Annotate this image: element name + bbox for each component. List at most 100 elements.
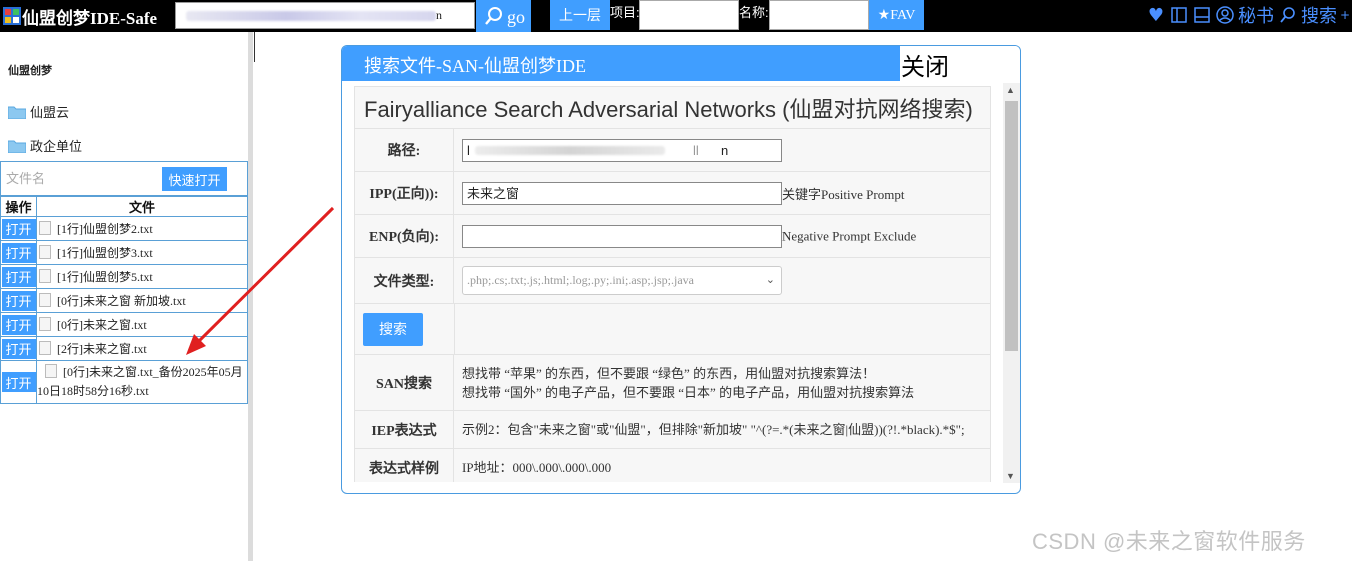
scrollbar-thumb[interactable]: [1005, 101, 1018, 351]
path-field-end: n: [721, 142, 729, 158]
redacted-path: [475, 145, 665, 155]
iep-label: IEP表达式: [354, 410, 454, 449]
open-button[interactable]: 打开: [1, 290, 36, 311]
secretary-link[interactable]: 秘书: [1238, 2, 1274, 28]
top-right-toolbar: ♥ 秘书 搜索 +: [1146, 2, 1352, 28]
path-field-mid: ll: [693, 142, 699, 158]
file-icon: [39, 317, 51, 331]
file-icon: [39, 245, 51, 259]
iep-description: 示例2：包含"未来之窗"或"仙盟"，但排除"新加坡" "^(?=.*(未来之窗|…: [453, 410, 991, 449]
file-icon: [39, 341, 51, 355]
san-label: SAN搜索: [354, 354, 454, 411]
enp-hint: Negative Prompt Exclude: [782, 228, 917, 243]
table-row: 打开 [0行]未来之窗 新加坡.txt: [0, 288, 248, 313]
ipp-hint: 关键字Positive Prompt: [782, 186, 905, 202]
open-button[interactable]: 打开: [1, 372, 36, 392]
file-name[interactable]: [0行]未来之窗 新加坡.txt: [57, 294, 186, 308]
table-row: 打开 [1行]仙盟创梦2.txt: [0, 216, 248, 241]
filetype-value: .php;.cs;.txt;.js;.html;.log;.py;.ini;.a…: [467, 273, 694, 287]
filetype-label: 文件类型:: [354, 257, 454, 304]
dialog-scrollbar[interactable]: ▲ ▼: [1003, 83, 1020, 483]
path-field[interactable]: l ll n: [462, 138, 782, 162]
folder-label: 仙盟云: [30, 105, 70, 120]
app-logo-icon: [3, 7, 21, 25]
column-header-operation: 操作: [0, 196, 37, 217]
table-row: 打开 [1行]仙盟创梦3.txt: [0, 240, 248, 265]
san-description-2: 想找带 “国外” 的电子产品，但不要跟 “日本” 的电子产品，用仙盟对抗搜索算法: [462, 384, 915, 400]
project-input[interactable]: [639, 0, 739, 30]
open-button[interactable]: 打开: [1, 314, 36, 335]
open-button[interactable]: 打开: [1, 242, 36, 263]
up-level-button[interactable]: 上一层: [550, 0, 610, 30]
scroll-up-icon[interactable]: ▲: [1006, 85, 1015, 95]
folder-label: 政企单位: [30, 139, 83, 154]
ipp-input[interactable]: 未来之窗: [462, 181, 782, 205]
content-edge-line: [254, 32, 255, 62]
name-input[interactable]: [769, 0, 869, 30]
file-name[interactable]: [1行]仙盟创梦5.txt: [57, 270, 153, 284]
dialog-body: Fairyalliance Search Adversarial Network…: [354, 86, 991, 482]
path-label: 路径:: [354, 128, 454, 172]
sidebar-layout-icon[interactable]: [1169, 5, 1189, 25]
file-icon: [39, 293, 51, 307]
folder-item[interactable]: 仙盟云: [8, 102, 69, 121]
bottom-panel-icon[interactable]: [1192, 5, 1212, 25]
search-form: Fairyalliance Search Adversarial Network…: [354, 86, 991, 482]
file-name[interactable]: [0行]未来之窗.txt: [57, 318, 147, 332]
file-name[interactable]: [2行]未来之窗.txt: [57, 342, 147, 356]
search-icon[interactable]: [1278, 5, 1298, 25]
category-title: 仙盟创梦: [8, 65, 52, 77]
folder-icon: [8, 140, 26, 153]
filetype-select[interactable]: .php;.cs;.txt;.js;.html;.log;.py;.ini;.a…: [462, 266, 782, 295]
file-icon: [39, 269, 51, 283]
chevron-down-icon: ⌄: [765, 274, 775, 286]
left-sidebar: 仙盟创梦 仙盟云 政企单位 文件名 快速打开 操作 文件 打开 [1行]仙盟创梦…: [0, 32, 248, 561]
top-bar: 仙盟创梦IDE-Safe n go 上一层 项目: 名称: ★FAV ♥ 秘书 …: [0, 0, 1352, 32]
go-button[interactable]: go: [476, 0, 531, 32]
file-name[interactable]: [1行]仙盟创梦2.txt: [57, 222, 153, 236]
search-link[interactable]: 搜索: [1301, 2, 1337, 28]
path-field-start: l: [467, 142, 470, 158]
ipp-label: IPP(正向)):: [354, 171, 454, 215]
open-button[interactable]: 打开: [1, 338, 36, 359]
app-title: 仙盟创梦IDE-Safe: [22, 9, 158, 28]
close-button[interactable]: 关闭: [900, 46, 1020, 81]
project-label: 项目:: [610, 5, 640, 20]
regex-example-label: 表达式样例: [354, 448, 454, 482]
table-row: 打开 [0行]未来之窗.txt_备份2025年05月10日18时58分16秒.t…: [0, 360, 248, 404]
heart-icon[interactable]: ♥: [1146, 5, 1166, 26]
san-description-1: 想找带 “苹果” 的东西，但不要跟 “绿色” 的东西，用仙盟对抗搜索算法！: [462, 365, 876, 381]
search-button[interactable]: 搜索: [363, 312, 423, 346]
watermark: CSDN @未来之窗软件服务: [1032, 529, 1306, 554]
dialog-title: 搜索文件-SAN-仙盟创梦IDE: [342, 46, 900, 81]
column-header-file: 文件: [36, 196, 248, 217]
table-row: 打开 [0行]未来之窗.txt: [0, 312, 248, 337]
go-button-label: go: [507, 7, 525, 27]
enp-label: ENP(负向):: [354, 214, 454, 258]
file-icon: [39, 221, 51, 235]
path-input-tail: n: [436, 8, 442, 22]
user-icon[interactable]: [1215, 5, 1235, 25]
name-label: 名称:: [739, 5, 769, 20]
enp-input[interactable]: [462, 224, 782, 248]
scroll-down-icon[interactable]: ▼: [1006, 471, 1015, 481]
file-name[interactable]: [0行]未来之窗.txt_备份2025年05月10日18时58分16秒.txt: [37, 365, 243, 398]
fav-button[interactable]: ★FAV: [869, 0, 924, 30]
quick-open-button[interactable]: 快速打开: [162, 167, 227, 191]
quick-open-row: 文件名 快速打开: [0, 161, 248, 196]
sidebar-resize-handle[interactable]: [248, 32, 253, 561]
open-button[interactable]: 打开: [1, 266, 36, 287]
file-table: 操作 文件 打开 [1行]仙盟创梦2.txt 打开 [1行]仙盟创梦3.txt …: [0, 196, 248, 404]
more-icon[interactable]: +: [1340, 5, 1350, 25]
folder-icon: [8, 106, 26, 119]
table-row: 打开 [2行]未来之窗.txt: [0, 336, 248, 361]
folder-item[interactable]: 政企单位: [8, 136, 82, 155]
file-name[interactable]: [1行]仙盟创梦3.txt: [57, 246, 153, 260]
open-button[interactable]: 打开: [1, 218, 36, 239]
search-heading: Fairyalliance Search Adversarial Network…: [354, 86, 991, 129]
file-icon: [45, 364, 57, 378]
filename-input[interactable]: 文件名: [3, 165, 158, 193]
table-header-row: 操作 文件: [0, 196, 248, 217]
search-button-row: 搜索: [354, 303, 991, 355]
path-input[interactable]: n: [175, 2, 475, 29]
